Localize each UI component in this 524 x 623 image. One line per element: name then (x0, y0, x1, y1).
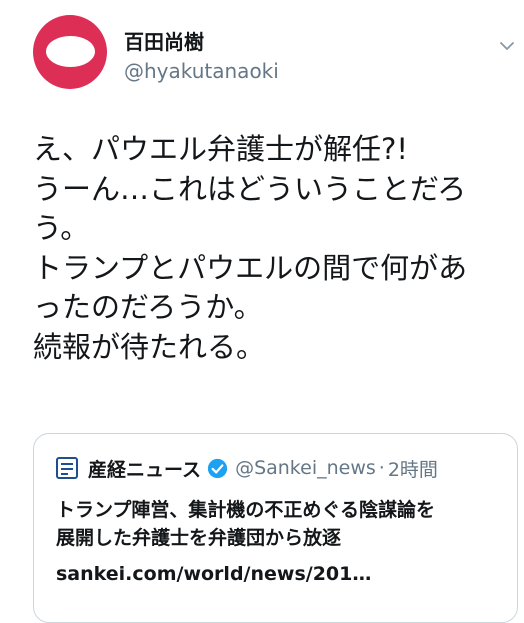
quoted-timestamp: 2時間 (387, 458, 438, 481)
separator-dot: · (378, 457, 385, 479)
tweet-text-line: 続報が待たれる。 (33, 329, 266, 364)
quoted-text-line: 展開した弁護士を弁護団から放逐 (56, 527, 342, 549)
chevron-down-icon[interactable] (499, 40, 515, 52)
quoted-text-line: トランプ陣営、集計機の不正めぐる陰謀論を (56, 499, 436, 521)
display-name[interactable]: 百田尚樹 (124, 29, 279, 55)
user-handle[interactable]: @hyakutanaoki (124, 58, 279, 84)
quoted-user-handle: @Sankei_news (235, 457, 376, 479)
tweet-author[interactable]: 百田尚樹 @hyakutanaoki (124, 29, 279, 84)
tweet-text-line: うーん…これはどういうことだろ (33, 171, 467, 206)
quoted-display-name: 産経ニュース (88, 458, 202, 481)
quoted-avatar (56, 457, 78, 479)
verified-badge-icon (207, 458, 228, 478)
quoted-link[interactable]: sankei.com/world/news/201… (56, 560, 371, 588)
tweet-text-line: トランプとパウエルの間で何があ (33, 250, 468, 285)
tweet-text: え、パウエル弁護士が解任?! うーん…これはどういうことだろ う。 トランプとパ… (33, 130, 513, 367)
tweet-text-line: ったのだろうか。 (33, 290, 263, 324)
tweet-text-line: え、パウエル弁護士が解任?! (33, 132, 409, 166)
avatar-mark (46, 36, 95, 67)
tweet-text-line: う。 (33, 211, 90, 245)
avatar[interactable] (33, 15, 107, 89)
quoted-tweet-text: トランプ陣営、集計機の不正めぐる陰謀論を 展開した弁護士を弁護団から放逐 (56, 496, 511, 552)
quoted-tweet-header: 産経ニュース @Sankei_news · 2時間 (56, 453, 438, 483)
quoted-tweet-card[interactable]: 産経ニュース @Sankei_news · 2時間 トランプ陣営、集計機の不正め… (33, 433, 518, 623)
tweet: 百田尚樹 @hyakutanaoki え、パウエル弁護士が解任?! うーん…これ… (0, 0, 524, 623)
